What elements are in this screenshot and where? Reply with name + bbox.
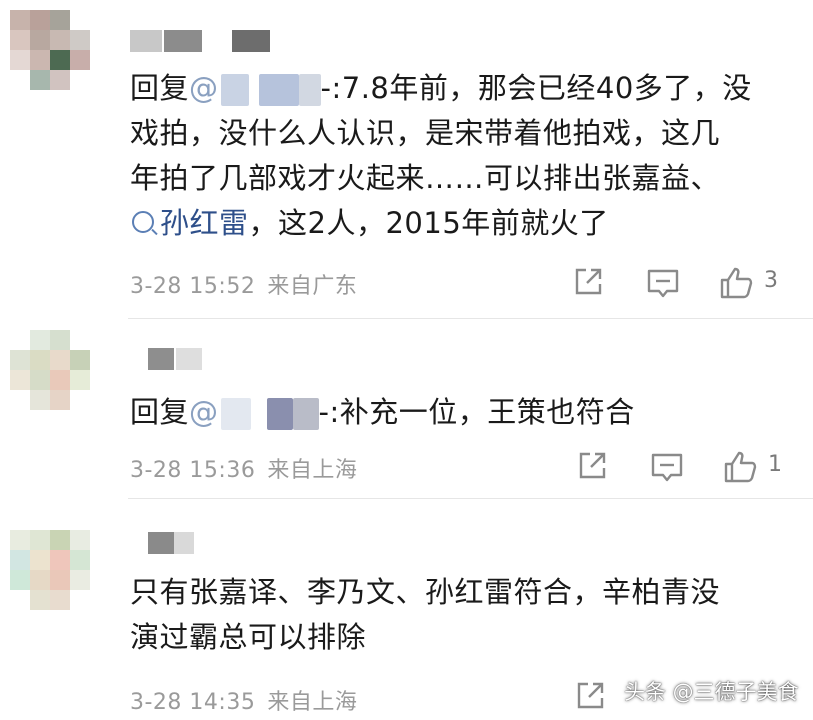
comment-icon[interactable]: [646, 268, 680, 300]
search-icon: [132, 211, 154, 233]
location: 来自上海: [267, 690, 358, 715]
share-icon[interactable]: [576, 450, 608, 482]
share-icon[interactable]: [574, 680, 606, 712]
timestamp: 3-28 15:36: [130, 458, 256, 483]
topic-link[interactable]: 孙红雷: [130, 206, 249, 240]
like-count: 3: [764, 268, 778, 293]
thumbs-up-icon[interactable]: [722, 448, 758, 484]
comment-meta: 3-28 15:52 来自广东: [130, 268, 369, 300]
username-blurred[interactable]: [128, 532, 278, 554]
comment-text: 只有张嘉译、李乃文、孙红雷符合，辛柏青没 演过霸总可以排除: [130, 575, 721, 654]
thumbs-up-icon[interactable]: [718, 264, 754, 300]
avatar[interactable]: [10, 530, 90, 610]
comment-text: 回复@ -:7.8年前，那会已经40多了，没 戏拍，没什么人认识，是宋带着他拍戏，…: [130, 71, 752, 240]
comment-text: 回复@ -:补充一位，王策也符合: [130, 395, 635, 430]
comment-meta: 3-28 15:36 来自上海: [130, 452, 369, 484]
comment-icon[interactable]: [650, 452, 684, 484]
comment-meta: 3-28 14:35 来自上海: [130, 684, 369, 716]
location: 来自广东: [267, 274, 358, 299]
avatar[interactable]: [10, 10, 90, 90]
share-icon[interactable]: [572, 266, 604, 298]
username-blurred[interactable]: [128, 348, 278, 370]
comment-item-1: 回复@ -:7.8年前，那会已经40多了，没 戏拍，没什么人认识，是宋带着他拍戏，…: [0, 0, 813, 318]
timestamp: 3-28 15:52: [130, 274, 256, 299]
location: 来自上海: [267, 458, 358, 483]
mention-link[interactable]: @: [189, 71, 321, 106]
watermark: 头条 @三德子美食: [624, 680, 799, 704]
mention-link[interactable]: @: [189, 395, 319, 430]
username-blurred[interactable]: [128, 30, 278, 52]
like-count: 1: [768, 452, 782, 477]
comment-item-2: 回复@ -:补充一位，王策也符合 3-28 15:36 来自上海 1: [0, 318, 813, 498]
avatar[interactable]: [10, 330, 90, 410]
timestamp: 3-28 14:35: [130, 690, 256, 715]
